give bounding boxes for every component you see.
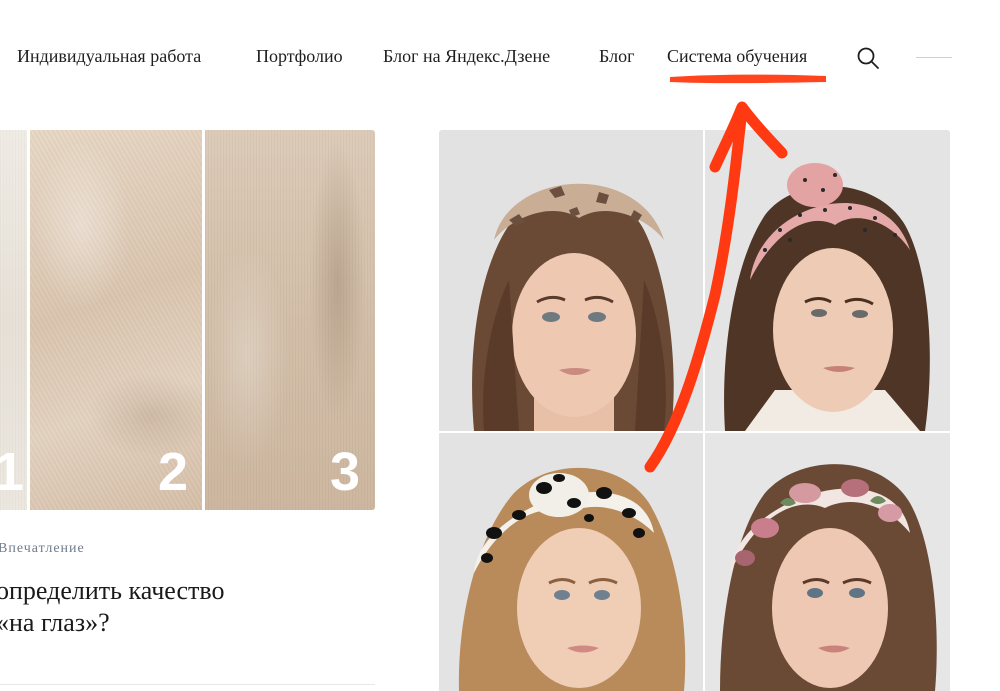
nav-item-yandex-zen-blog[interactable]: Блог на Яндекс.Дзене — [383, 44, 550, 68]
nav-item-portfolio[interactable]: Портфолио — [256, 44, 343, 68]
nav-item-learning-system[interactable]: Система обучения — [667, 44, 807, 68]
panel-number-3: 3 — [330, 442, 361, 502]
annotation-arrow — [644, 101, 788, 473]
article-title-line-2: «на глаз»? — [0, 608, 110, 637]
panel-number-2: 2 — [158, 442, 189, 502]
article-image[interactable]: 1 2 3 — [0, 130, 375, 510]
panel-number-1: 1 — [0, 442, 25, 502]
nav-item-blog[interactable]: Блог — [599, 44, 634, 68]
annotation-underline — [670, 74, 826, 84]
top-navigation: Индивидуальная работа Портфолио Блог на … — [0, 0, 1000, 110]
article-title[interactable]: определить качество «на глаз»? — [0, 575, 376, 639]
search-icon[interactable] — [856, 46, 880, 70]
article-category[interactable]: Впечатление — [0, 541, 85, 557]
nav-item-individual-work[interactable]: Индивидуальная работа — [17, 44, 201, 68]
menu-line[interactable] — [916, 57, 952, 58]
article-title-line-1: определить качество — [0, 576, 225, 605]
divider — [0, 684, 375, 685]
